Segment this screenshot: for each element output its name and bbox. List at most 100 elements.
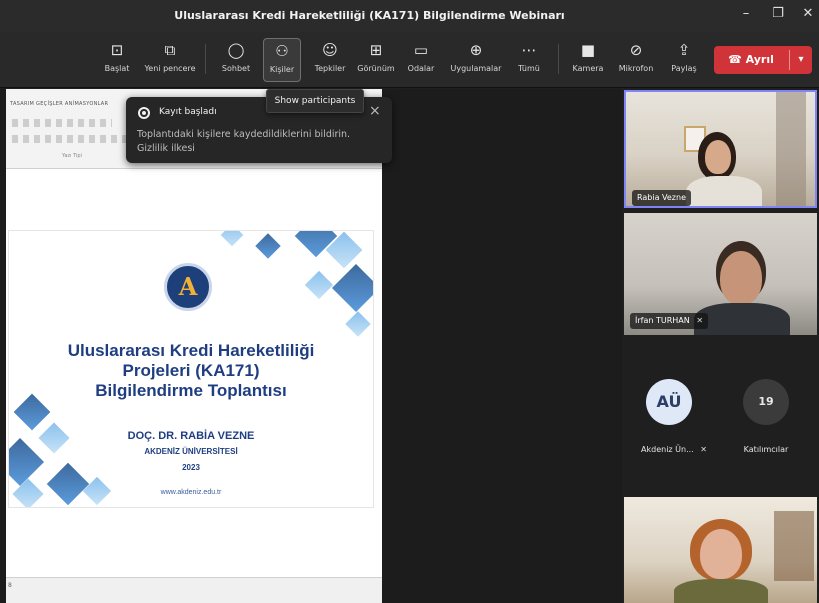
notification-body: Toplantıdaki kişilere kaydedildiklerini … [137, 128, 350, 156]
slide-title-line: Uluslararası Kredi Hareketliliği [67, 341, 315, 360]
participants-count-avatar[interactable]: 19 [743, 379, 789, 425]
slide-university: AKDENİZ ÜNİVERSİTESİ [144, 447, 238, 456]
participant-name: İrfan TURHAN [635, 316, 690, 325]
slide-year: 2023 [182, 463, 200, 472]
participant-face [720, 251, 762, 305]
camera-button[interactable]: ■ Kamera [570, 38, 606, 82]
apps-label: Uygulamalar [450, 64, 502, 73]
notification-title: Kayıt başladı [159, 107, 217, 117]
ribbon-row [12, 119, 112, 127]
participant-face [700, 529, 742, 579]
chevron-down-icon[interactable]: ▾ [792, 46, 810, 74]
rooms-icon: ▭ [413, 41, 429, 59]
apps-icon: ⊕ [469, 41, 483, 59]
close-window-button[interactable]: ✕ [798, 6, 818, 21]
title-bar: Uluslararası Kredi Hareketliliği (KA171)… [0, 0, 819, 32]
reactions-button[interactable]: ☺ Tepkiler [310, 38, 350, 82]
rooms-button[interactable]: ▭ Odalar [404, 38, 438, 82]
show-participants-tooltip: Show participants [266, 89, 364, 113]
slide-decoration [345, 311, 371, 337]
video-tile-participant[interactable] [624, 497, 817, 603]
maximize-button[interactable]: ❐ [768, 6, 788, 21]
participant-body [674, 579, 768, 603]
font-group-label: Yazı Tipi [62, 153, 82, 159]
leave-divider [789, 50, 790, 70]
hangup-icon: ☎ [728, 53, 742, 66]
slide-decoration [304, 270, 334, 300]
mic-button[interactable]: ⊘ Mikrofon [614, 38, 658, 82]
reactions-label: Tepkiler [314, 64, 346, 73]
view-icon: ⊞ [369, 41, 383, 59]
ribbon-tabs: TASARIM GEÇİŞLER ANİMASYONLAR [10, 101, 109, 107]
apps-button[interactable]: ⊕ Uygulamalar [446, 38, 506, 82]
new-window-icon: ⧉ [164, 41, 176, 59]
mic-off-icon: ✕ [700, 445, 707, 454]
university-logo: A [164, 263, 212, 311]
participant-body [694, 303, 790, 335]
video-tile-irfan-turhan[interactable]: İrfan TURHAN ✕ [624, 213, 817, 335]
people-icon: ⚇ [275, 42, 289, 60]
share-start-label: Başlat [104, 64, 130, 73]
people-label: Kişiler [269, 65, 295, 74]
view-button[interactable]: ⊞ Görünüm [354, 38, 398, 82]
participants-count-label: Katılımcılar [743, 445, 789, 454]
more-label: Tümü [518, 64, 540, 73]
participant-name-chip: İrfan TURHAN ✕ [630, 313, 709, 329]
teams-meeting-window: Uluslararası Kredi Hareketliliği (KA171)… [0, 0, 819, 603]
rooms-label: Odalar [407, 64, 435, 73]
leave-main[interactable]: ☎ Ayrıl [714, 46, 788, 74]
slide-decoration [255, 233, 281, 259]
participant-name: Rabia Vezne [637, 193, 686, 202]
new-window-label: Yeni pencere [144, 64, 196, 73]
leave-label: Ayrıl [745, 53, 774, 66]
avatar-name-akdeniz: Akdeniz Ün... ✕ [632, 445, 716, 454]
slide-title-line: Bilgilendirme Toplantısı [95, 381, 287, 400]
slide-decoration [331, 263, 373, 313]
door-frame [776, 92, 806, 206]
more-icon: ⋯ [521, 41, 537, 59]
toolbar-divider [558, 44, 559, 74]
minimize-button[interactable]: – [736, 6, 756, 21]
share-label: Paylaş [671, 64, 697, 73]
camera-icon: ■ [580, 41, 596, 59]
shared-presentation: TASARIM GEÇİŞLER ANİMASYONLAR Yazı Tipi [6, 89, 382, 603]
slide-author: DOÇ. DR. RABİA VEZNE [127, 430, 255, 442]
shared-content-stage: TASARIM GEÇİŞLER ANİMASYONLAR Yazı Tipi [0, 89, 622, 603]
ppt-status-bar: 8 [6, 577, 382, 603]
slide-decoration [220, 231, 244, 247]
leave-button[interactable]: ☎ Ayrıl ▾ [714, 46, 812, 74]
view-label: Görünüm [357, 64, 395, 73]
privacy-policy-link[interactable]: Gizlilik ilkesi [137, 143, 195, 154]
participant-name: Akdeniz Ün... [641, 445, 694, 454]
mic-off-icon: ⊘ [629, 41, 643, 59]
toolbar-divider [205, 44, 206, 74]
chat-label: Sohbet [221, 64, 251, 73]
presentation-slide: A Uluslararası Kredi Hareketliliği Proje… [8, 230, 374, 508]
chat-icon: ◯ [227, 41, 245, 59]
participant-body [686, 176, 762, 206]
reactions-icon: ☺ [322, 41, 338, 59]
share-button[interactable]: ⇪ Paylaş [664, 38, 704, 82]
window-title: Uluslararası Kredi Hareketliliği (KA171)… [174, 9, 565, 22]
meeting-toolbar: ⊡ Başlat ⧉ Yeni pencere ◯ Sohbet ⚇ Kişil… [0, 32, 819, 88]
slide-title-line: Projeleri (KA171) [122, 361, 260, 380]
bookshelf [774, 511, 814, 581]
university-logo-glyph: A [178, 272, 198, 301]
ribbon-row [12, 135, 132, 143]
new-window-button[interactable]: ⧉ Yeni pencere [142, 38, 198, 82]
record-icon [138, 107, 150, 119]
mic-label: Mikrofon [618, 64, 654, 73]
share-screen-icon: ⊡ [110, 41, 124, 59]
notification-message: Toplantıdaki kişilere kaydedildiklerini … [137, 129, 351, 140]
share-icon: ⇪ [677, 41, 691, 59]
participants-gallery: Rabia Vezne İrfan TURHAN ✕ AÜ Akdeniz Ün… [622, 89, 819, 603]
mic-off-icon: ✕ [696, 316, 704, 325]
people-button[interactable]: ⚇ Kişiler [263, 38, 301, 82]
ppt-status-text: 8 [8, 582, 12, 589]
close-icon[interactable]: × [369, 103, 381, 119]
avatar-au[interactable]: AÜ [646, 379, 692, 425]
video-tile-rabia-vezne[interactable]: Rabia Vezne [624, 90, 817, 208]
share-start-button[interactable]: ⊡ Başlat [100, 38, 134, 82]
chat-button[interactable]: ◯ Sohbet [216, 38, 256, 82]
more-button[interactable]: ⋯ Tümü [512, 38, 546, 82]
